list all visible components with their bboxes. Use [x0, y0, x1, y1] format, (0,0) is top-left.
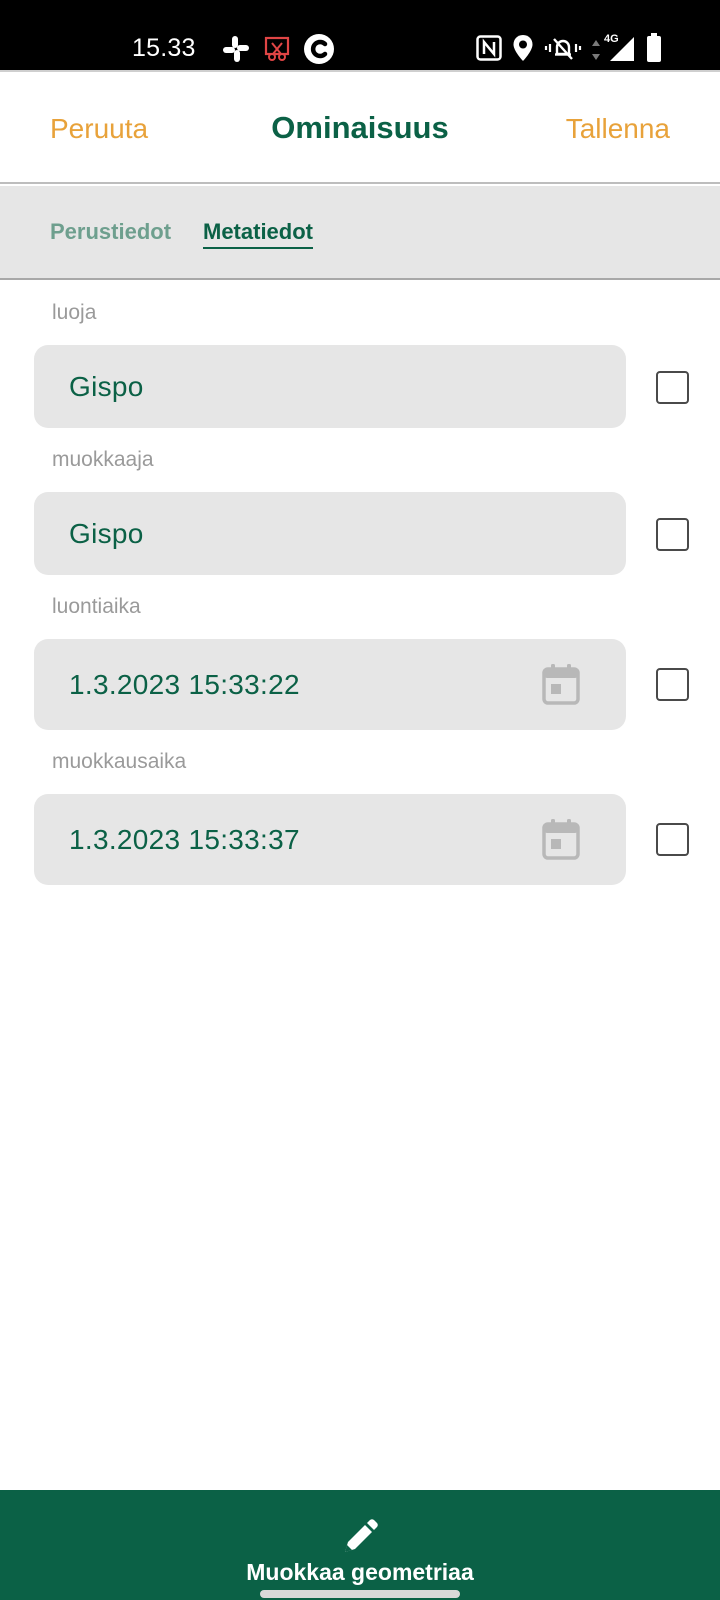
modified-time-checkbox[interactable] — [656, 823, 689, 856]
vibrate-icon — [544, 38, 582, 60]
created-time-label: luontiaika — [52, 595, 141, 618]
calendar-icon[interactable] — [542, 818, 580, 860]
editor-field[interactable]: Gispo — [34, 492, 626, 575]
c-app-icon — [304, 34, 334, 64]
creator-field[interactable]: Gispo — [34, 345, 626, 428]
location-icon — [513, 35, 533, 61]
edit-geometry-button[interactable]: Muokkaa geometriaa — [0, 1490, 720, 1600]
creator-checkbox[interactable] — [656, 371, 689, 404]
header: Peruuta Ominaisuus Tallenna — [0, 72, 720, 184]
svg-text:4G: 4G — [604, 33, 619, 45]
modified-time-label: muokkausaika — [52, 750, 187, 773]
modified-time-value: 1.3.2023 15:33:37 — [69, 824, 300, 855]
tab-bar: Perustiedot Metatiedot — [0, 186, 720, 280]
creator-value: Gispo — [69, 371, 144, 402]
editor-checkbox[interactable] — [656, 518, 689, 551]
status-time: 15.33 — [132, 34, 196, 62]
modified-time-field[interactable]: 1.3.2023 15:33:37 — [34, 794, 626, 885]
data-arrows-icon — [592, 40, 600, 60]
created-time-value: 1.3.2023 15:33:22 — [69, 669, 300, 700]
tab-basic-info[interactable]: Perustiedot — [50, 218, 171, 246]
edit-geometry-label: Muokkaa geometriaa — [246, 1559, 474, 1585]
save-button[interactable]: Tallenna — [566, 112, 670, 146]
calendar-icon[interactable] — [542, 663, 580, 705]
slack-icon — [223, 36, 249, 62]
nfc-icon — [476, 35, 502, 61]
home-indicator[interactable] — [260, 1590, 460, 1598]
editor-label: muokkaaja — [52, 448, 154, 471]
battery-icon — [647, 33, 661, 62]
created-time-field[interactable]: 1.3.2023 15:33:22 — [34, 639, 626, 730]
pencil-icon — [345, 1519, 378, 1552]
tab-metadata[interactable]: Metatiedot — [203, 218, 313, 249]
signal-4g-icon: 4G — [604, 33, 634, 61]
editor-value: Gispo — [69, 518, 144, 549]
screenshot-blocked-icon — [264, 36, 290, 61]
creator-label: luoja — [52, 301, 97, 324]
status-bar: 15.33 4G — [0, 0, 720, 70]
created-time-checkbox[interactable] — [656, 668, 689, 701]
